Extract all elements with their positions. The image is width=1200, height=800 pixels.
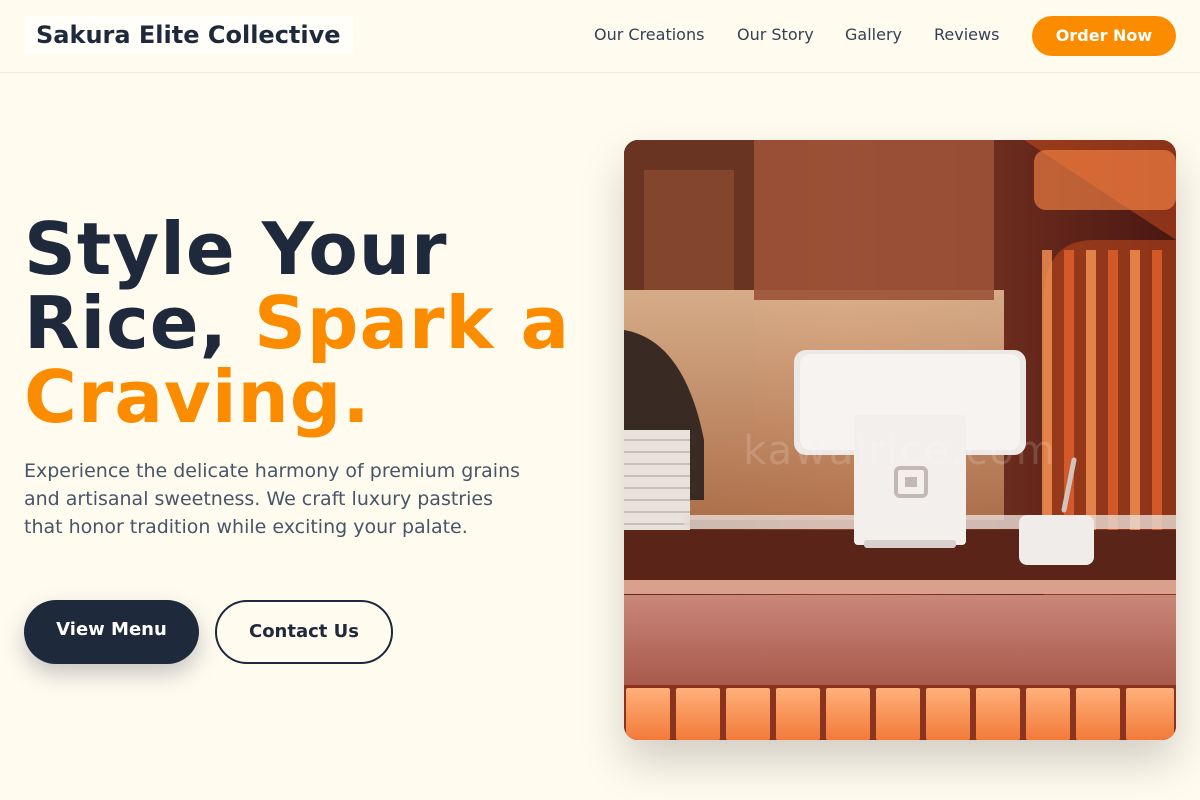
hero-image: kawairice.com: [624, 140, 1176, 740]
hero-title-line1: Style Your: [24, 207, 448, 291]
hero-description: Experience the delicate harmony of premi…: [24, 460, 521, 538]
hero-title-line3: Craving.: [24, 355, 371, 439]
site-header: Sakura Elite Collective Our Creations Ou…: [0, 0, 1200, 73]
nav-link-our-creations[interactable]: Our Creations: [594, 24, 704, 46]
image-watermark: kawairice.com: [743, 428, 1057, 474]
contact-us-button[interactable]: Contact Us: [215, 600, 393, 664]
hero-title-accent: Spark a: [254, 281, 571, 365]
nav-link-gallery[interactable]: Gallery: [845, 24, 902, 46]
hero-title-line2: Rice,: [24, 281, 255, 365]
hero-title: Style Your Rice, Spark a Craving.: [24, 212, 604, 434]
nav-link-reviews[interactable]: Reviews: [934, 24, 999, 46]
view-menu-button[interactable]: View Menu: [24, 600, 199, 664]
order-now-button[interactable]: Order Now: [1032, 16, 1176, 56]
nav-link-our-story[interactable]: Our Story: [737, 24, 814, 46]
brand-logo[interactable]: Sakura Elite Collective: [24, 16, 353, 54]
